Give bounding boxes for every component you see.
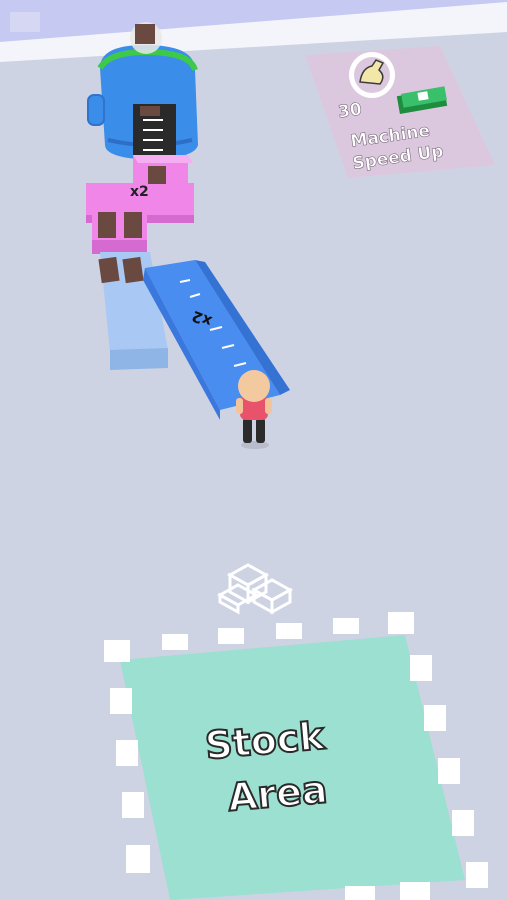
flexed-arm-icon [349, 52, 395, 98]
pink-conveyor: x2 [86, 155, 194, 254]
player-character[interactable] [236, 370, 272, 449]
game-scene: 30 Machine Speed Up x2 x2 Stock Area [0, 0, 507, 900]
upgrade-pad[interactable]: 30 Machine Speed Up [305, 46, 495, 178]
pink-conveyor-multiplier: x2 [130, 184, 149, 200]
stock-area-label-line2: Area [226, 767, 329, 820]
stacked-boxes-icon [216, 563, 294, 615]
upgrade-cost: 30 [337, 99, 363, 122]
game-world: 30 Machine Speed Up x2 x2 Stock Area [0, 0, 507, 900]
stock-area-pad[interactable]: Stock Area [104, 563, 488, 900]
